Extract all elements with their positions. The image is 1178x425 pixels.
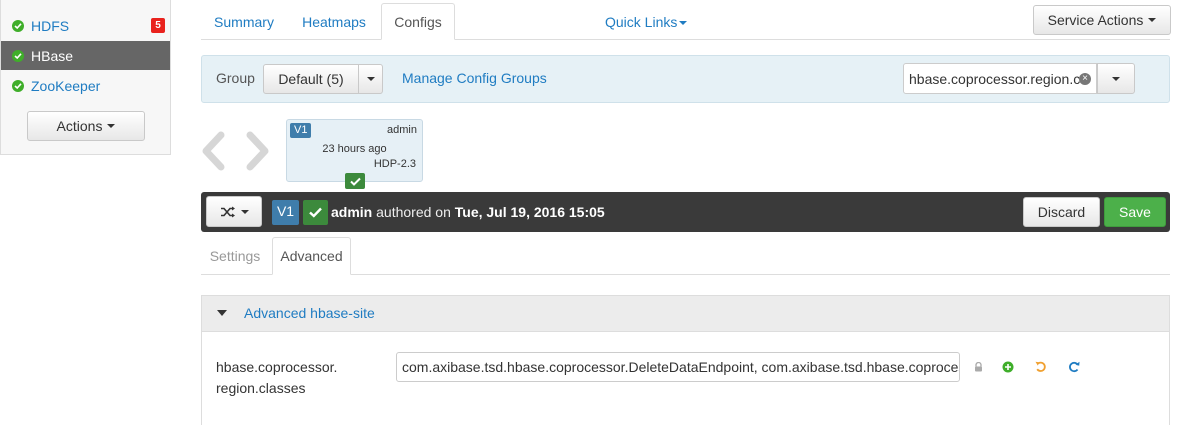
current-version-check-icon <box>345 173 365 189</box>
refresh-icon[interactable] <box>1067 360 1081 374</box>
service-name: HDFS <box>31 17 70 34</box>
quick-links-label: Quick Links <box>605 14 678 30</box>
quick-links-dropdown[interactable]: Quick Links <box>605 14 688 30</box>
tab-label: Configs <box>394 13 442 30</box>
section-title[interactable]: Advanced hbase-site <box>244 305 375 321</box>
version-stack: HDP-2.3 <box>373 158 416 170</box>
group-dropdown-toggle[interactable] <box>358 64 383 94</box>
service-name: ZooKeeper <box>31 77 101 94</box>
discard-button[interactable]: Discard <box>1023 197 1100 227</box>
version-card[interactable]: V1 admin 23 hours ago HDP-2.3 <box>286 119 423 189</box>
tab-settings[interactable]: Settings <box>201 237 269 275</box>
property-name: hbase.coprocessor. region.classes <box>216 357 337 399</box>
author-name: admin <box>331 204 373 220</box>
clear-filter-icon[interactable]: × <box>1079 73 1091 85</box>
save-label: Save <box>1119 204 1151 220</box>
current-version-check-icon <box>303 200 328 225</box>
save-button[interactable]: Save <box>1104 197 1166 227</box>
service-item-hbase[interactable]: HBase <box>1 41 170 70</box>
caret-down-icon <box>679 21 688 26</box>
compare-versions-button[interactable] <box>206 196 262 227</box>
service-name: HBase <box>31 47 74 64</box>
caret-down-icon <box>1148 18 1157 22</box>
add-override-icon[interactable] <box>1001 360 1015 374</box>
version-author: admin <box>387 124 417 136</box>
tab-label: Advanced <box>280 248 343 264</box>
lock-icon[interactable] <box>971 360 985 374</box>
actions-dropdown-button[interactable]: Actions <box>27 111 145 141</box>
chevron-left-icon[interactable] <box>200 131 226 177</box>
group-select-button[interactable]: Default (5) <box>263 64 359 94</box>
manage-config-groups-link[interactable]: Manage Config Groups <box>402 70 547 86</box>
tab-label: Settings <box>209 248 261 264</box>
undo-icon[interactable] <box>1034 360 1048 374</box>
config-filter-input[interactable]: hbase.coprocessor.region.c × <box>903 63 1097 94</box>
status-ok-icon <box>12 79 24 92</box>
service-item-zookeeper[interactable]: ZooKeeper <box>1 71 170 100</box>
version-badge: V1 <box>272 200 299 225</box>
tab-heatmaps[interactable]: Heatmaps <box>290 3 378 40</box>
tab-advanced[interactable]: Advanced <box>272 237 351 275</box>
tab-summary[interactable]: Summary <box>201 3 287 40</box>
property-name-line1: hbase.coprocessor. <box>216 359 338 375</box>
authored-date: Tue, Jul 19, 2016 15:05 <box>454 204 605 220</box>
property-name-line2: region.classes <box>216 380 306 396</box>
service-actions-button[interactable]: Service Actions <box>1033 5 1171 35</box>
discard-label: Discard <box>1037 204 1086 220</box>
caret-down-icon <box>107 124 116 128</box>
authored-info: admin authored on Tue, Jul 19, 2016 15:0… <box>331 204 605 220</box>
authored-text: authored on <box>376 204 451 220</box>
status-ok-icon <box>12 19 24 32</box>
service-item-hdfs[interactable]: HDFS 5 <box>1 11 170 40</box>
filter-dropdown-toggle[interactable] <box>1097 63 1135 94</box>
caret-down-icon <box>1112 76 1120 81</box>
property-value: com.axibase.tsd.hbase.coprocessor.Delete… <box>402 359 959 375</box>
collapse-toggle-icon[interactable] <box>217 310 227 316</box>
version-time-ago: 23 hours ago <box>322 143 387 155</box>
caret-down-icon <box>240 209 249 214</box>
shuffle-icon <box>220 206 236 218</box>
alert-count-badge[interactable]: 5 <box>151 18 165 33</box>
property-value-input[interactable]: com.axibase.tsd.hbase.coprocessor.Delete… <box>396 352 960 382</box>
chevron-right-icon[interactable] <box>245 131 271 177</box>
filter-value: hbase.coprocessor.region.c <box>909 70 1081 87</box>
version-badge: V1 <box>290 123 312 138</box>
selected-group-label: Default (5) <box>278 71 344 87</box>
tab-label: Heatmaps <box>302 13 366 30</box>
status-ok-icon <box>12 49 24 62</box>
actions-label: Actions <box>56 118 103 134</box>
services-sidebar: HDFS 5 HBase ZooKeeper Actions <box>0 0 171 155</box>
group-label: Group <box>216 70 255 86</box>
service-actions-label: Service Actions <box>1047 12 1144 28</box>
tab-label: Summary <box>214 13 274 30</box>
tab-configs[interactable]: Configs <box>381 3 455 40</box>
caret-down-icon <box>366 77 375 81</box>
